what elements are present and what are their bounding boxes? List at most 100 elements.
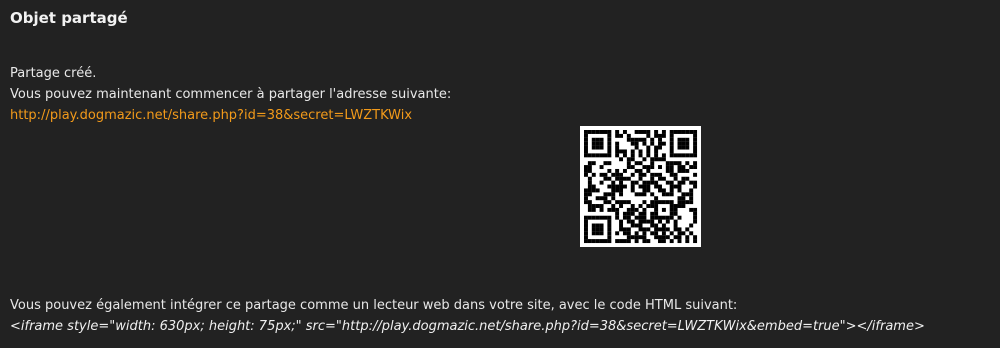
qr-module [638, 192, 643, 197]
share-url-link[interactable]: http://play.dogmazic.net/share.php?id=38… [10, 107, 412, 125]
qr-module [681, 180, 686, 185]
qr-module [619, 204, 624, 208]
qr-module [599, 137, 604, 142]
qr-module [584, 145, 588, 150]
qr-module [584, 168, 588, 173]
qr-module [634, 207, 639, 212]
qr-module [584, 223, 588, 228]
qr-module [689, 130, 694, 134]
qr-module [638, 130, 643, 134]
qr-module [693, 219, 698, 224]
qr-module [622, 130, 627, 134]
qr-module [615, 149, 620, 154]
qr-module [673, 184, 678, 189]
qr-module [630, 172, 635, 177]
qr-module [677, 188, 682, 193]
qr-module [693, 130, 698, 134]
qr-module [669, 207, 674, 212]
qr-module [681, 192, 686, 197]
qr-module [685, 137, 690, 142]
qr-module [685, 161, 690, 166]
qr-module [669, 184, 674, 189]
qr-module [669, 161, 674, 166]
qr-module [638, 227, 643, 232]
qr-module [689, 207, 694, 212]
qr-module [634, 180, 639, 185]
qr-module [599, 231, 604, 236]
qr-module [638, 204, 643, 208]
qr-module [587, 188, 592, 193]
qr-module [689, 223, 694, 228]
qr-module [661, 227, 666, 232]
qr-module [673, 223, 678, 228]
qr-module [646, 204, 651, 208]
qr-module [619, 180, 624, 185]
qr-module [654, 196, 659, 201]
qr-module [661, 153, 666, 158]
qr-module [681, 200, 686, 205]
qr-module [626, 207, 631, 212]
share-instruction-text: Vous pouvez maintenant commencer à parta… [10, 87, 452, 102]
qr-module [584, 200, 588, 205]
qr-module [650, 192, 655, 197]
qr-module [584, 239, 588, 244]
qr-module [591, 231, 596, 236]
qr-module [634, 223, 639, 228]
qr-module [607, 239, 612, 244]
qr-module [669, 145, 674, 150]
qr-module [615, 141, 620, 146]
qr-module [669, 133, 674, 138]
qr-module [630, 153, 635, 158]
qr-module [607, 207, 612, 212]
qr-module [603, 196, 608, 201]
qr-module [642, 200, 647, 205]
qr-module [591, 223, 596, 228]
qr-module [622, 215, 627, 220]
qr-module [669, 215, 674, 220]
qr-module [689, 231, 694, 236]
qr-module [654, 227, 659, 232]
qr-module [665, 161, 670, 166]
qr-module [646, 180, 651, 185]
qr-module [611, 207, 616, 212]
qr-module [685, 168, 690, 173]
qr-module [669, 180, 674, 185]
qr-module [650, 219, 655, 224]
qr-module [615, 188, 620, 193]
qr-module [591, 141, 596, 146]
qr-module [591, 130, 596, 134]
qr-module [677, 153, 682, 158]
qr-module [607, 137, 612, 142]
qr-module [681, 168, 686, 173]
qr-module [584, 215, 588, 220]
qr-module [646, 165, 651, 170]
qr-module [689, 192, 694, 197]
qr-module [681, 196, 686, 201]
qr-module [681, 137, 686, 142]
qr-module [642, 235, 647, 240]
qr-module [650, 211, 655, 216]
qr-module [658, 219, 662, 224]
qr-module [642, 239, 647, 244]
qr-module [584, 231, 588, 236]
qr-module [681, 176, 686, 181]
qr-module [603, 176, 608, 181]
qr-module [669, 130, 674, 134]
qr-module [658, 133, 662, 138]
embed-code-snippet[interactable]: <iframe style="width: 630px; height: 75p… [10, 318, 925, 336]
qr-module [599, 172, 604, 177]
qr-module [677, 180, 682, 185]
qr-module [626, 133, 631, 138]
qr-module [654, 157, 659, 162]
qr-module [669, 172, 674, 177]
qr-module [607, 168, 612, 173]
qr-module [584, 188, 588, 193]
qr-module [607, 200, 612, 205]
qr-module [642, 192, 647, 197]
qr-module [599, 223, 604, 228]
qr-module [665, 235, 670, 240]
qr-module [661, 157, 666, 162]
qr-module [661, 200, 666, 205]
qr-module [622, 184, 627, 189]
qr-module [591, 227, 596, 232]
